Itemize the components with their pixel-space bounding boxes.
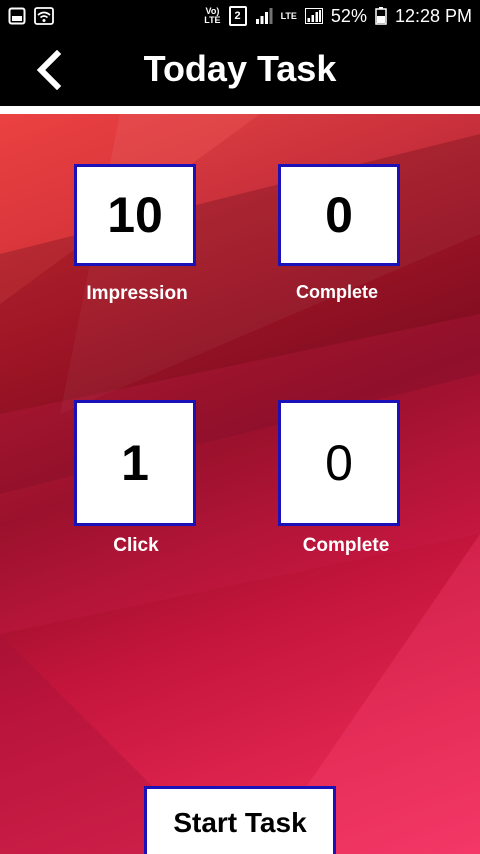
impression-count: 10 (107, 187, 163, 243)
status-time: 12:28 PM (394, 5, 472, 26)
click-complete-box: 0 (278, 400, 400, 526)
click-complete-count: 0 (325, 435, 353, 491)
sim2-label: 2 (234, 10, 241, 22)
impression-complete-box: 0 (278, 164, 400, 266)
sim2-badge: 2 (228, 6, 247, 26)
start-task-label: Start Task (173, 807, 307, 838)
impression-complete-count: 0 (325, 187, 353, 243)
battery-percent: 52% (330, 5, 367, 26)
impression-label: Impression (86, 283, 188, 304)
app-bar: Today Task (0, 32, 480, 106)
page-title: Today Task (143, 48, 337, 89)
start-task-button[interactable]: Start Task (144, 786, 336, 854)
background-pattern (0, 114, 480, 854)
status-bar-right: Vo) LTE 2 LTE 52% 12:28 PM (204, 6, 472, 27)
wifi-icon (34, 7, 54, 25)
status-bar-left (8, 7, 54, 25)
header-divider (0, 106, 480, 114)
gallery-icon (8, 7, 26, 25)
click-count: 1 (121, 435, 149, 491)
lte-label: LTE (280, 10, 297, 21)
impression-count-box: 10 (74, 164, 196, 266)
task-content: 10 Impression 0 Complete 1 Click 0 Compl… (0, 114, 480, 854)
click-complete-label: Complete (302, 535, 390, 556)
chevron-left-icon (36, 50, 62, 90)
impression-complete-label: Complete (295, 282, 378, 302)
signal-icon (255, 8, 273, 24)
signal-icon (304, 8, 323, 24)
back-button[interactable] (28, 50, 68, 90)
volte-indicator: Vo) LTE (204, 7, 220, 25)
battery-icon (375, 7, 387, 25)
volte-line2: LTE (204, 15, 221, 25)
click-count-box: 1 (74, 400, 196, 526)
status-bar: Vo) LTE 2 LTE 52% 12:28 PM (0, 0, 480, 32)
click-label: Click (113, 535, 159, 556)
